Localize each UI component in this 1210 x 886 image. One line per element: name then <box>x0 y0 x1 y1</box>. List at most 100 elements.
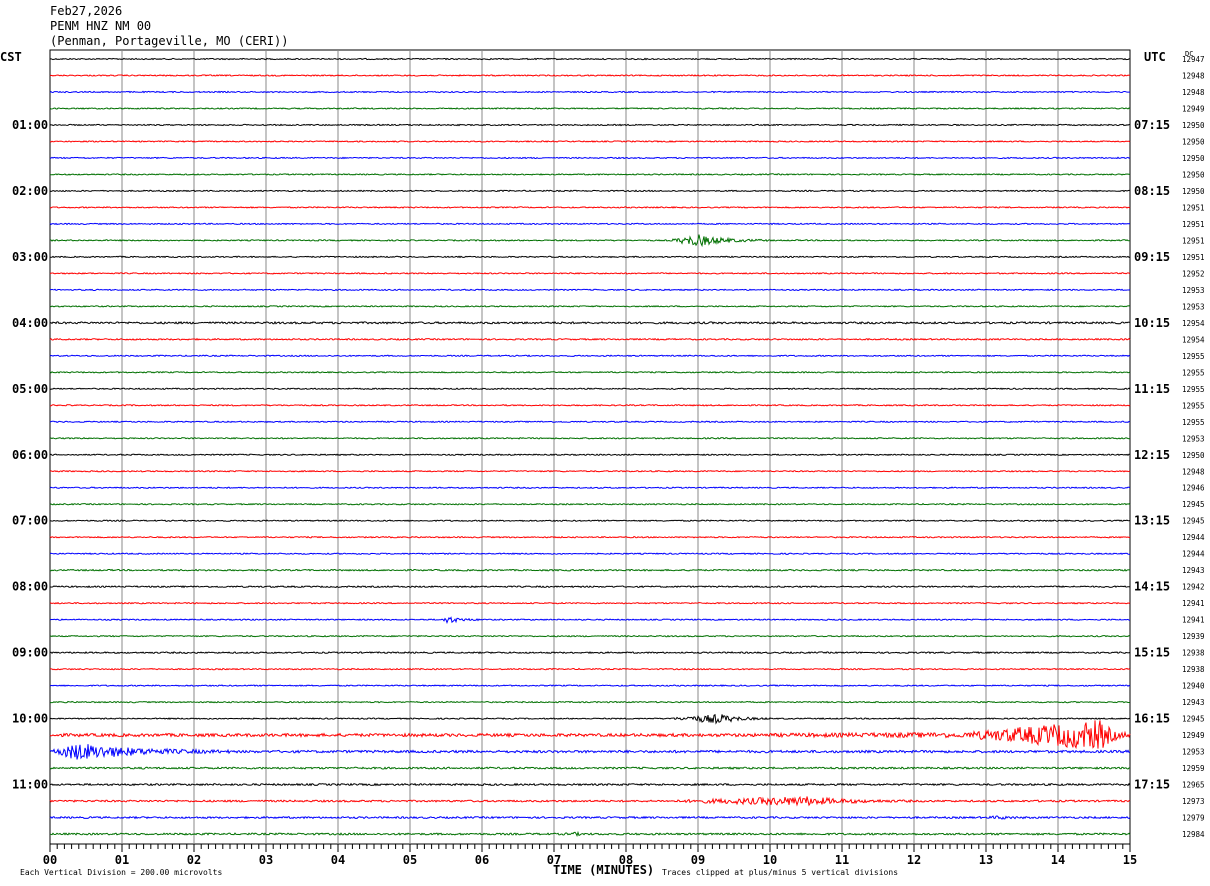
seismic-trace <box>49 486 1131 490</box>
seismic-trace <box>49 552 1130 556</box>
x-tick-label: 10 <box>763 853 777 867</box>
seismic-trace <box>49 189 1130 193</box>
right-hour-label: 14:15 <box>1134 580 1170 594</box>
dc-value: 12938 <box>1182 665 1205 674</box>
dc-value: 12955 <box>1182 385 1205 394</box>
grid-lines <box>49 50 1131 852</box>
seismic-trace <box>49 107 1131 110</box>
left-hour-label: 02:00 <box>12 184 48 198</box>
x-tick-label: 13 <box>979 853 993 867</box>
left-hour-label: 09:00 <box>12 646 48 660</box>
left-hour-label: 10:00 <box>12 712 48 726</box>
scale-note: Each Vertical Division = 200.00 microvol… <box>20 868 222 877</box>
right-hour-label: 17:15 <box>1134 778 1170 792</box>
x-tick-label: 05 <box>403 853 417 867</box>
dc-value: 12950 <box>1182 170 1205 179</box>
seismic-trace <box>50 255 1131 259</box>
dc-value: 12979 <box>1182 814 1205 823</box>
right-hour-label: 10:15 <box>1134 316 1170 330</box>
dc-value: 12943 <box>1182 698 1205 707</box>
seismic-trace <box>49 123 1131 127</box>
seismic-trace <box>49 173 1131 176</box>
x-tick-label: 00 <box>43 853 57 867</box>
seismic-trace <box>49 354 1131 358</box>
left-timezone-label: CST <box>0 50 22 64</box>
seismic-trace <box>49 420 1131 424</box>
dc-value: 12952 <box>1182 269 1205 278</box>
traces <box>49 57 1131 837</box>
seismic-trace <box>49 601 1131 605</box>
dc-value: 12951 <box>1182 236 1205 245</box>
seismic-trace <box>49 634 1131 638</box>
dc-value: 12939 <box>1182 632 1205 641</box>
dc-value: 12945 <box>1182 517 1205 526</box>
left-hour-label: 07:00 <box>12 514 48 528</box>
x-tick-label: 15 <box>1123 853 1137 867</box>
dc-value: 12949 <box>1182 731 1205 740</box>
dc-value: 12941 <box>1182 616 1205 625</box>
dc-value: 12955 <box>1182 368 1205 377</box>
right-hour-label: 12:15 <box>1134 448 1170 462</box>
left-hour-label: 03:00 <box>12 250 48 264</box>
right-timezone-label: UTC <box>1144 50 1166 64</box>
plot-frame <box>49 49 1131 845</box>
dc-value: 12938 <box>1182 649 1205 658</box>
x-tick-label: 03 <box>259 853 273 867</box>
right-hour-label: 07:15 <box>1134 118 1170 132</box>
dc-value: 12973 <box>1182 797 1205 806</box>
clip-note: Traces clipped at plus/minus 5 vertical … <box>662 868 898 877</box>
seismic-trace <box>49 568 1131 572</box>
dc-value: 12959 <box>1182 764 1205 773</box>
seismic-trace <box>49 370 1131 374</box>
seismic-trace <box>49 222 1131 226</box>
dc-value: 12948 <box>1182 71 1205 80</box>
dc-value: 12953 <box>1182 434 1205 443</box>
right-hour-label: 13:15 <box>1134 514 1170 528</box>
right-hour-label: 16:15 <box>1134 712 1170 726</box>
x-tick-label: 09 <box>691 853 705 867</box>
x-tick-label: 02 <box>187 853 201 867</box>
x-tick-label: 14 <box>1051 853 1065 867</box>
dc-value: 12984 <box>1182 830 1205 839</box>
seismic-trace <box>49 502 1131 506</box>
dc-value: 12944 <box>1182 533 1205 542</box>
seismic-trace <box>49 288 1131 292</box>
dc-value: 12950 <box>1182 137 1205 146</box>
seismic-trace <box>49 651 1131 655</box>
seismic-trace <box>49 766 1131 770</box>
seismic-trace <box>49 305 1131 308</box>
seismic-trace <box>49 616 1131 625</box>
right-hour-label: 08:15 <box>1134 184 1170 198</box>
seismic-trace <box>49 782 1131 787</box>
dc-value: 12954 <box>1182 319 1205 328</box>
seismic-trace <box>49 206 1131 209</box>
dc-value: 12953 <box>1182 286 1205 295</box>
dc-value: 12953 <box>1182 302 1205 311</box>
right-hour-label: 11:15 <box>1134 382 1170 396</box>
x-tick-label: 04 <box>331 853 345 867</box>
dc-value: 12965 <box>1182 781 1205 790</box>
seismic-trace <box>49 744 1130 760</box>
axis-labels: 00 01 02 03 04 05 06 07 08 09 10 11 12 13 14 1501:0002:… <box>12 55 1205 867</box>
dc-value: 12946 <box>1182 484 1205 493</box>
x-tick-label: 11 <box>835 853 849 867</box>
dc-label: DC <box>1185 50 1193 58</box>
dc-value: 12945 <box>1182 715 1205 724</box>
dc-value: 12955 <box>1182 352 1205 361</box>
dc-value: 12953 <box>1182 748 1205 757</box>
seismic-trace <box>50 585 1131 589</box>
seismic-trace <box>49 795 1131 807</box>
x-axis-title: TIME (MINUTES) <box>553 863 654 877</box>
seismic-trace <box>49 320 1131 325</box>
dc-value: 12949 <box>1182 104 1205 113</box>
seismic-trace <box>49 74 1131 77</box>
left-hour-label: 04:00 <box>12 316 48 330</box>
dc-value: 12950 <box>1182 187 1205 196</box>
seismic-trace <box>49 684 1131 687</box>
seismic-trace <box>49 337 1131 341</box>
left-hour-label: 01:00 <box>12 118 48 132</box>
dc-value: 12943 <box>1182 566 1205 575</box>
dc-value: 12945 <box>1182 500 1205 509</box>
dc-value: 12954 <box>1182 335 1205 344</box>
dc-value: 12948 <box>1182 88 1205 97</box>
